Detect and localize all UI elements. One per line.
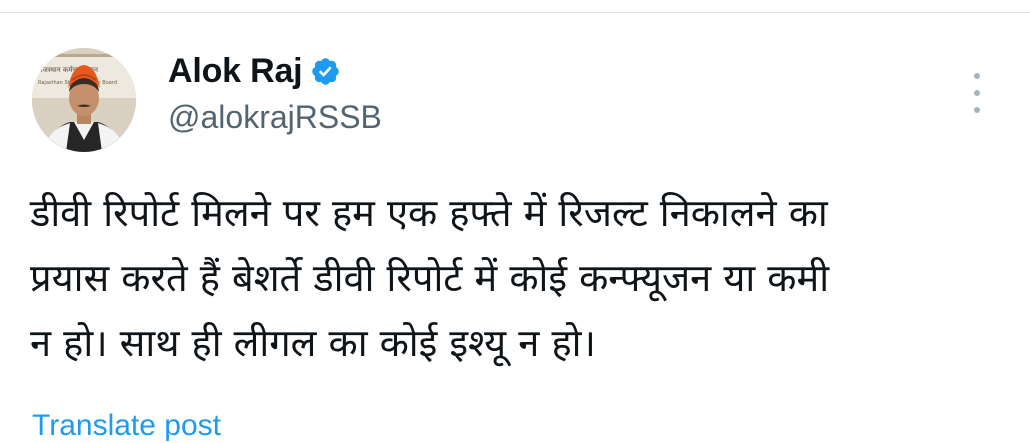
more-dot [974, 73, 980, 79]
author-handle[interactable]: @alokrajRSSB [168, 99, 382, 136]
tweet-text-line: डीवी रिपोर्ट मिलने पर हम एक हफ्ते में रि… [30, 191, 828, 235]
tweet-text: डीवी रिपोर्ट मिलने पर हम एक हफ्ते में रि… [30, 181, 1005, 376]
tweet-card: राजस्थान कर्मचारी चयन Rajasthan Staff Se… [0, 13, 1030, 442]
author-name-row: Alok Raj [168, 51, 341, 91]
more-options-icon[interactable] [962, 73, 992, 113]
avatar-photo: राजस्थान कर्मचारी चयन Rajasthan Staff Se… [32, 48, 136, 152]
more-dot [974, 90, 980, 96]
author-name[interactable]: Alok Raj [168, 52, 303, 91]
translate-post-link[interactable]: Translate post [32, 409, 221, 443]
more-dot [974, 107, 980, 113]
verified-check-icon [310, 56, 341, 87]
avatar[interactable]: राजस्थान कर्मचारी चयन Rajasthan Staff Se… [32, 48, 136, 152]
tweet-text-line: प्रयास करते हैं बेशर्ते डीवी रिपोर्ट में… [30, 256, 830, 300]
tweet-text-line: न हो। साथ ही लीगल का कोई इश्यू न हो। [30, 321, 596, 365]
